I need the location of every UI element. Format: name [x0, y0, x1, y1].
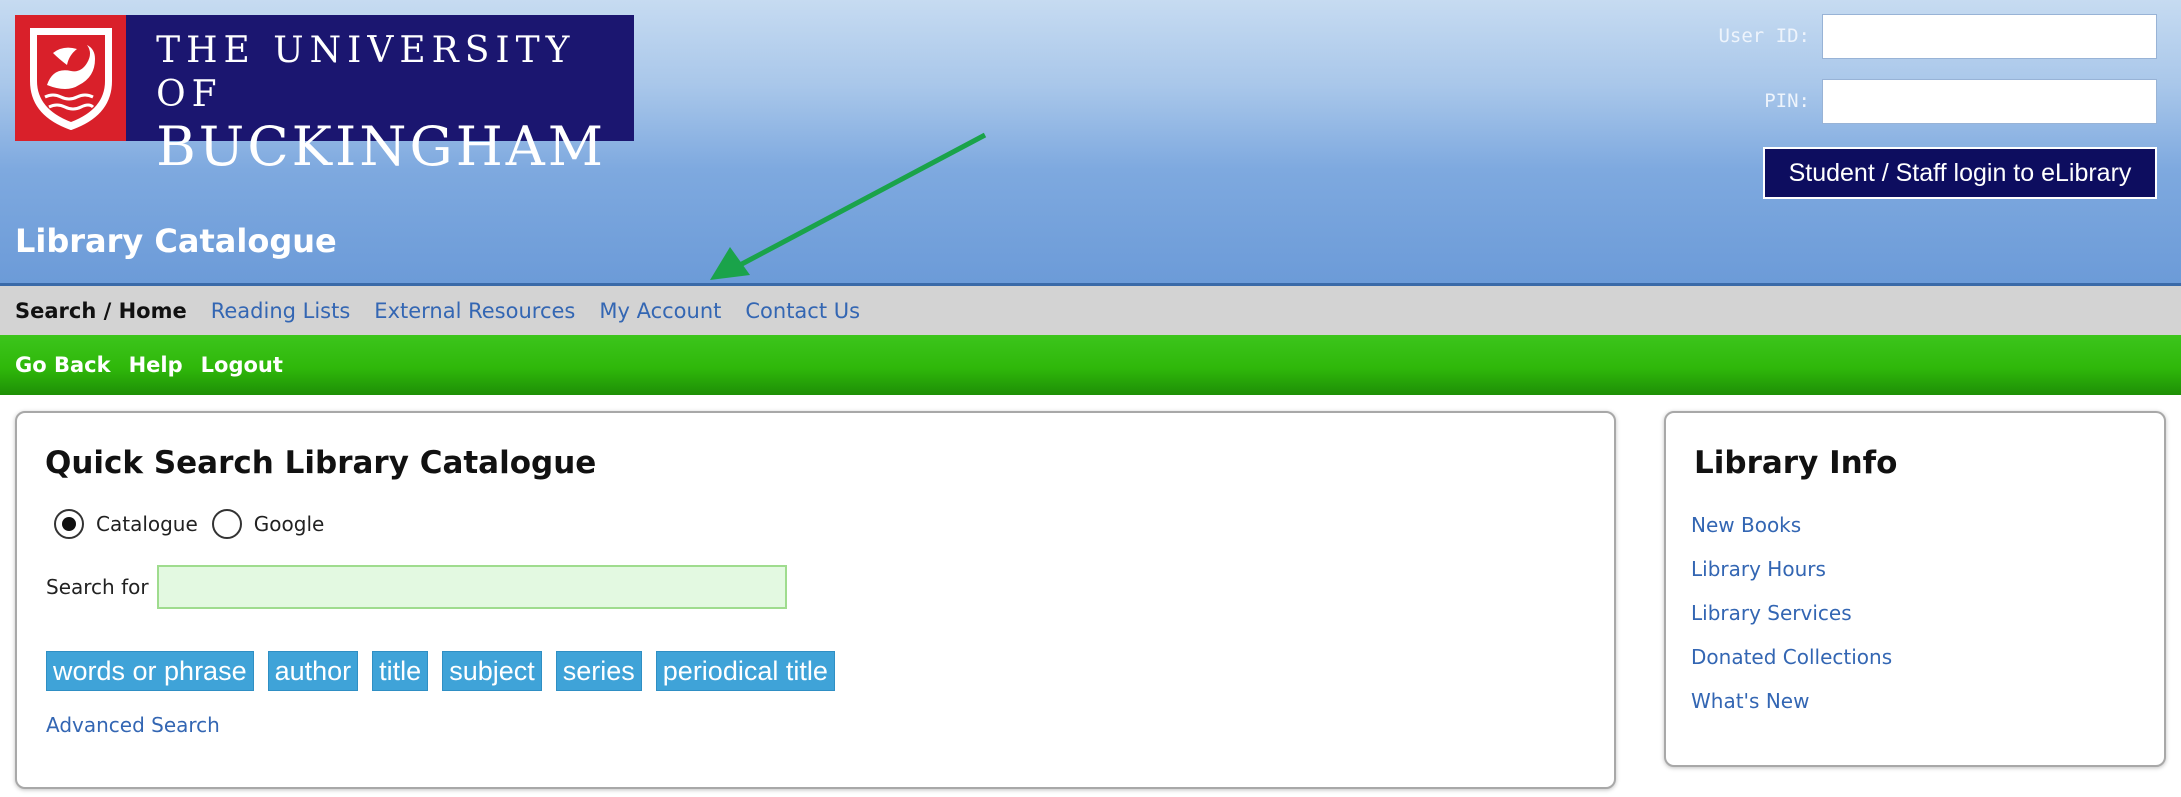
- author-button[interactable]: author: [267, 651, 359, 691]
- catalogue-radio-label: Catalogue: [96, 512, 198, 536]
- quick-search-title: Quick Search Library Catalogue: [45, 445, 597, 481]
- google-radio-label: Google: [253, 512, 325, 536]
- google-radio[interactable]: [211, 509, 242, 539]
- whats-new-link[interactable]: What's New: [1691, 679, 1892, 723]
- swan-crest-icon: [15, 15, 127, 141]
- catalogue-radio[interactable]: [54, 509, 84, 539]
- nav-item-reading-lists[interactable]: Reading Lists: [211, 299, 351, 323]
- page-title: Library Catalogue: [15, 222, 337, 260]
- nav-item-my-account[interactable]: My Account: [599, 299, 721, 323]
- library-info-panel: Library Info New Books Library Hours Lib…: [1664, 411, 2166, 767]
- nav-item-contact-us[interactable]: Contact Us: [745, 299, 860, 323]
- university-logo[interactable]: THE UNIVERSITY OF BUCKINGHAM: [15, 15, 634, 177]
- pin-label: PIN:: [1764, 90, 1810, 112]
- advanced-search-link[interactable]: Advanced Search: [46, 713, 220, 737]
- subject-button[interactable]: subject: [442, 651, 542, 691]
- search-type-buttons: words or phrase author title subject ser…: [46, 651, 835, 691]
- series-button[interactable]: series: [555, 651, 642, 691]
- search-scope-radios: Catalogue Google: [54, 509, 338, 539]
- sub-nav: Go Back Help Logout: [0, 335, 2181, 395]
- site-header: THE UNIVERSITY OF BUCKINGHAM User ID: PI…: [0, 0, 2181, 283]
- logo-line-2: BUCKINGHAM: [156, 115, 607, 178]
- elibrary-login-button[interactable]: Student / Staff login to eLibrary: [1763, 147, 2157, 199]
- nav-item-external-resources[interactable]: External Resources: [374, 299, 575, 323]
- title-button[interactable]: title: [372, 651, 429, 691]
- search-for-label: Search for: [46, 575, 149, 599]
- quick-search-panel: Quick Search Library Catalogue Catalogue…: [15, 411, 1616, 789]
- logo-line-1: THE UNIVERSITY OF: [156, 30, 576, 115]
- library-info-title: Library Info: [1694, 445, 1898, 481]
- library-info-links: New Books Library Hours Library Services…: [1691, 503, 1892, 723]
- logout-link[interactable]: Logout: [201, 353, 283, 377]
- user-id-input[interactable]: [1822, 14, 2157, 59]
- university-name: THE UNIVERSITY OF BUCKINGHAM: [126, 15, 634, 177]
- library-hours-link[interactable]: Library Hours: [1691, 547, 1892, 591]
- pin-input[interactable]: [1822, 79, 2157, 124]
- user-id-label: User ID:: [1718, 25, 1810, 47]
- main-nav: Search / Home Reading Lists External Res…: [0, 283, 2181, 335]
- donated-collections-link[interactable]: Donated Collections: [1691, 635, 1892, 679]
- radio-selected-dot: [62, 517, 76, 531]
- periodical-title-button[interactable]: periodical title: [655, 651, 835, 691]
- go-back-link[interactable]: Go Back: [15, 353, 111, 377]
- words-or-phrase-button[interactable]: words or phrase: [46, 651, 254, 691]
- new-books-link[interactable]: New Books: [1691, 503, 1892, 547]
- help-link[interactable]: Help: [129, 353, 183, 377]
- nav-item-search-home[interactable]: Search / Home: [15, 299, 187, 323]
- green-arrow-icon: [710, 132, 987, 280]
- library-services-link[interactable]: Library Services: [1691, 591, 1892, 635]
- search-row: Search for: [46, 565, 787, 609]
- search-input[interactable]: [156, 565, 787, 609]
